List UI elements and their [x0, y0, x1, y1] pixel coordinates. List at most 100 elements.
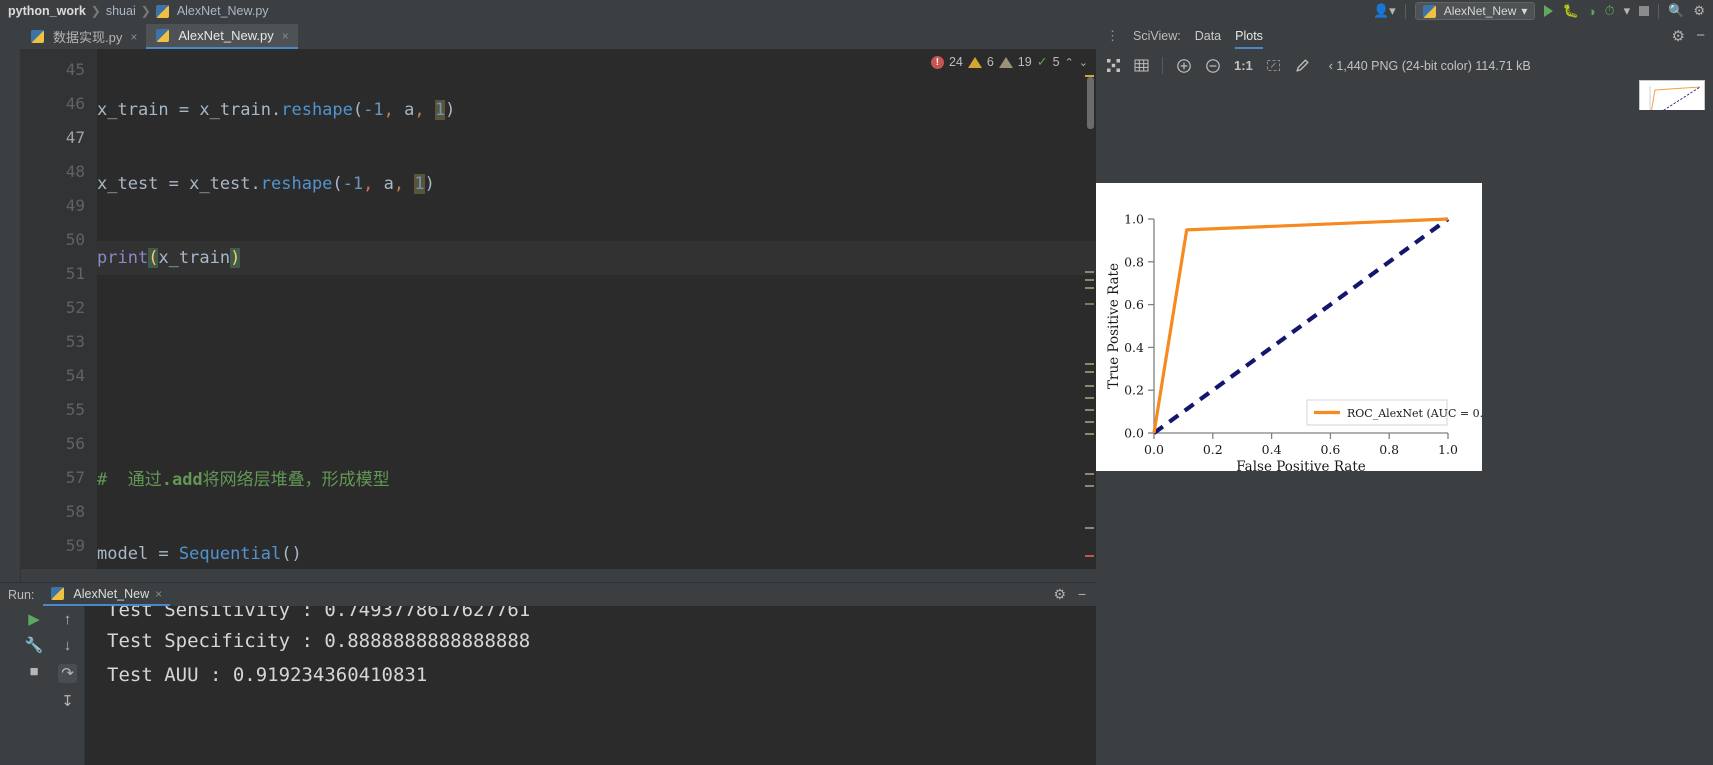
search-icon[interactable]: 🔍 [1668, 3, 1684, 19]
scrollbar-marker [1085, 409, 1094, 411]
typo-count: 5 [1052, 55, 1060, 69]
gear-icon[interactable]: ⚙ [1693, 3, 1705, 19]
line-number: 56 [65, 434, 85, 453]
weak-warning-count: 19 [1017, 55, 1032, 69]
tab-plots[interactable]: Plots [1235, 23, 1263, 49]
editor-tab-strip: 数据实现.py × AlexNet_New.py × [0, 22, 1096, 49]
y-tick-label: 0.8 [1124, 254, 1144, 269]
wrench-icon[interactable]: 🔧 [25, 638, 44, 653]
python-file-icon [155, 4, 169, 18]
zoom-out-icon[interactable] [1205, 58, 1221, 74]
run-actions-column-right: ↑ ↓ ↷ ↧ [51, 606, 85, 765]
stop-icon[interactable]: ■ [29, 664, 38, 679]
code-line: print(x_train) [97, 241, 1096, 275]
divider [1162, 57, 1163, 74]
y-tick-label: 1.0 [1124, 212, 1144, 227]
line-number: 55 [65, 400, 85, 419]
code-line: x_train = x_train.reshape(-1, a, 1) [97, 100, 456, 120]
scrollbar-marker [1085, 279, 1094, 281]
scrollbar-marker [1085, 473, 1094, 475]
breadcrumb-item-folder[interactable]: shuai [106, 4, 136, 18]
editor-tab-data[interactable]: 数据实现.py × [21, 24, 146, 49]
editor-tab-alexnet[interactable]: AlexNet_New.py × [146, 24, 298, 49]
y-tick-label: 0.0 [1124, 426, 1144, 441]
gear-icon[interactable]: ⚙ [1053, 586, 1066, 603]
debug-bug-icon[interactable]: 🐛 [1562, 3, 1578, 19]
scrollbar-marker [1085, 421, 1094, 423]
line-number-gutter: 45 46 47 48 49 50 51 52 53 54 55 56 57 5… [21, 49, 97, 569]
stop-square-icon[interactable] [1639, 6, 1650, 16]
x-axis-label: False Positive Rate [1236, 459, 1366, 471]
python-file-icon [51, 587, 65, 600]
breadcrumb-item-file[interactable]: AlexNet_New.py [177, 4, 269, 18]
profile-clock-icon[interactable]: ⏱ [1604, 3, 1614, 19]
code-content[interactable]: x_train = x_train.reshape(-1, a, 1) x_te… [97, 49, 1096, 569]
console-line: Test Sensitivity : 0.7493778617627761 [107, 606, 531, 621]
close-icon[interactable]: × [130, 30, 137, 44]
roc-plot[interactable]: 0.0 0.2 0.4 0.6 0.8 1.0 0.0 0.2 0.4 0.6 [1096, 183, 1482, 471]
line-number: 48 [65, 162, 85, 181]
run-tab-alexnet[interactable]: AlexNet_New × [43, 583, 171, 606]
close-icon[interactable]: × [282, 29, 289, 43]
actual-size-button[interactable]: 1:1 [1234, 58, 1253, 73]
scrollbar-marker [1085, 303, 1094, 305]
rerun-icon[interactable]: ▶ [28, 612, 40, 627]
soft-wrap-icon[interactable]: ↷ [58, 664, 77, 683]
code-editor[interactable]: ! 24 6 19 ✓ 5 ⌃ ⌄ 45 46 47 48 49 50 51 5… [21, 49, 1096, 569]
run-configuration-selector[interactable]: AlexNet_New ▾ [1414, 2, 1536, 20]
scrollbar-marker [1085, 397, 1094, 399]
chevron-down-icon[interactable]: ▾ [1624, 3, 1631, 19]
roc-plot-svg: 0.0 0.2 0.4 0.6 0.8 1.0 0.0 0.2 0.4 0.6 [1096, 183, 1482, 471]
eyedropper-icon[interactable] [1294, 58, 1310, 74]
run-configuration-label: AlexNet_New [1443, 4, 1517, 18]
down-arrow-icon[interactable]: ↓ [64, 638, 72, 653]
line-number: 46 [65, 94, 85, 113]
minimize-icon[interactable]: − [1696, 27, 1705, 44]
scrollbar-marker [1085, 371, 1094, 373]
more-options-icon[interactable]: ⋮ [1106, 29, 1119, 42]
scrollbar-marker [1085, 433, 1094, 435]
legend-label-roc: ROC_AlexNet (AUC = 0.92) [1347, 407, 1482, 420]
warning-icon [967, 56, 982, 68]
minimize-icon[interactable]: − [1078, 586, 1086, 602]
user-icon[interactable]: 👤▾ [1373, 3, 1396, 19]
editor-tab-label: 数据实现.py [53, 30, 123, 45]
run-panel-body: Bookmarks ▶ 🔧 ■ ↑ ↓ ↷ ↧ Test Sensitivity… [0, 606, 1096, 765]
line-number: 50 [65, 230, 85, 249]
top-toolbar: python_work ❯ shuai ❯ AlexNet_New.py 👤▾ … [0, 0, 1713, 22]
error-count: 24 [948, 55, 963, 69]
editor-scrollbar[interactable] [1083, 75, 1096, 569]
breadcrumb: python_work ❯ shuai ❯ AlexNet_New.py [0, 4, 269, 18]
scrollbar-marker [1085, 363, 1094, 365]
line-number: 47 [65, 128, 85, 147]
coverage-icon[interactable]: ◑ [1588, 4, 1596, 19]
gear-icon[interactable]: ⚙ [1672, 27, 1685, 45]
x-tick-label: 0.4 [1262, 442, 1282, 457]
grid-icon[interactable] [1134, 58, 1149, 73]
previous-problem-icon[interactable]: ⌃ [1065, 56, 1074, 69]
sciview-tab-bar: ⋮ SciView: Data Plots ⚙ − [1096, 22, 1713, 49]
sciview-background-lower [1096, 471, 1713, 765]
line-number: 53 [65, 332, 85, 351]
weak-warning-icon [998, 56, 1013, 68]
code-line: model = Sequential() [97, 544, 302, 564]
run-panel-title: Run: [8, 587, 35, 602]
python-file-icon [31, 30, 44, 43]
run-triangle-icon[interactable] [1544, 5, 1554, 17]
sciview-title: SciView: [1133, 28, 1181, 43]
breadcrumb-item-project[interactable]: python_work [8, 4, 86, 18]
zoom-in-icon[interactable] [1176, 58, 1192, 74]
tab-data[interactable]: Data [1195, 23, 1221, 49]
scroll-to-end-icon[interactable]: ↧ [61, 694, 74, 709]
bookmarks-rail: Bookmarks [0, 606, 17, 765]
next-problem-icon[interactable]: ⌄ [1079, 56, 1088, 69]
up-arrow-icon[interactable]: ↑ [64, 612, 72, 627]
line-number: 51 [65, 264, 85, 283]
console-output[interactable]: Test Sensitivity : 0.7493778617627761 Te… [85, 606, 1096, 765]
scrollbar-thumb[interactable] [1087, 77, 1094, 129]
close-icon[interactable]: × [155, 587, 162, 601]
fit-content-icon[interactable] [1106, 58, 1121, 73]
select-region-icon[interactable] [1266, 58, 1281, 73]
